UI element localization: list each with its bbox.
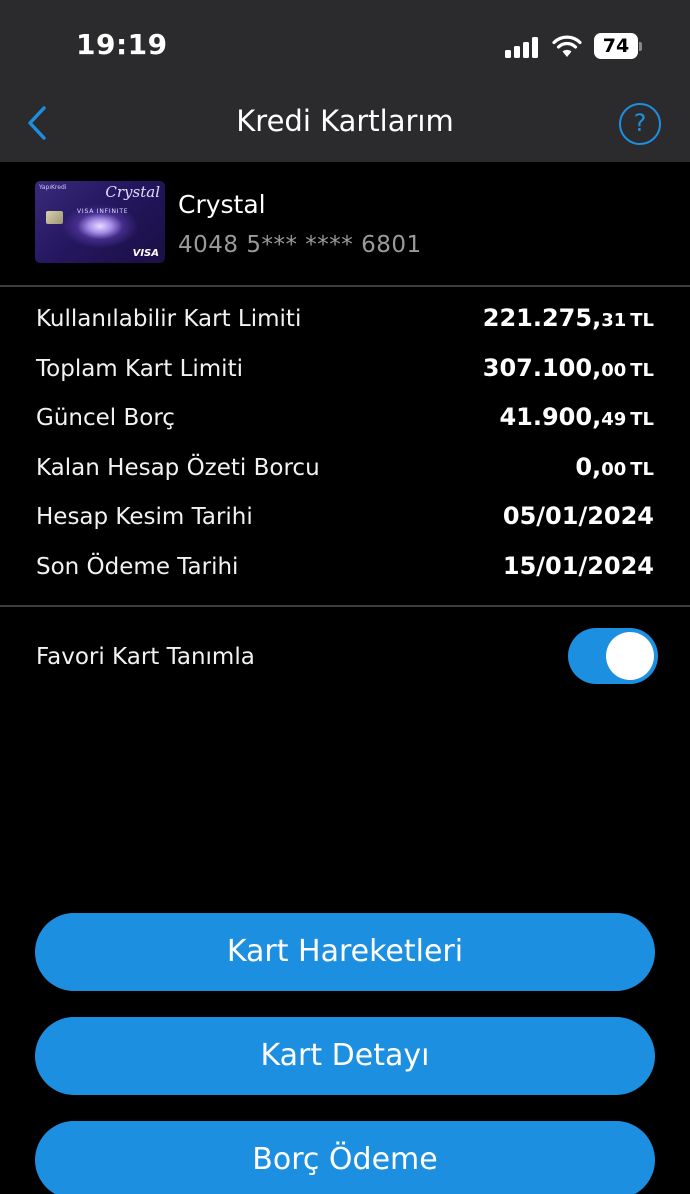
card-name: Crystal <box>178 190 266 219</box>
info-row-total-limit: Toplam Kart Limiti 307.100,00 TL <box>0 348 690 398</box>
cellular-signal-icon <box>505 36 541 58</box>
info-value: 0,00 TL <box>575 452 654 481</box>
info-row-available-limit: Kullanılabilir Kart Limiti 221.275,31 TL <box>0 298 690 348</box>
selected-card[interactable]: YapıKredi Crystal VISA INFINITE VISA Cry… <box>0 162 690 286</box>
card-bank-logo: YapıKredi <box>39 184 67 191</box>
visa-logo: VISA <box>132 248 159 259</box>
debt-payment-button[interactable]: Borç Ödeme <box>35 1121 655 1194</box>
info-label: Kullanılabilir Kart Limiti <box>36 306 302 332</box>
card-brand-script: Crystal <box>105 183 160 201</box>
card-info-list: Kullanılabilir Kart Limiti 221.275,31 TL … <box>0 298 690 596</box>
wifi-icon <box>552 35 582 57</box>
favorite-card-label: Favori Kart Tanımla <box>36 644 255 670</box>
info-row-current-debt: Güncel Borç 41.900,49 TL <box>0 397 690 447</box>
toggle-knob <box>606 632 654 680</box>
divider <box>0 605 690 607</box>
info-value: 307.100,00 TL <box>482 353 654 382</box>
info-label: Kalan Hesap Özeti Borcu <box>36 454 320 481</box>
card-number: 4048 5*** **** 6801 <box>178 232 422 258</box>
credit-card-image: YapıKredi Crystal VISA INFINITE VISA <box>35 181 165 263</box>
info-label: Son Ödeme Tarihi <box>36 553 239 580</box>
divider <box>0 285 690 287</box>
card-detail-button[interactable]: Kart Detayı <box>35 1017 655 1095</box>
card-transactions-button[interactable]: Kart Hareketleri <box>35 913 655 991</box>
card-tier: VISA INFINITE <box>77 208 129 215</box>
favorite-card-toggle[interactable] <box>568 628 658 684</box>
info-row-statement-date: Hesap Kesim Tarihi 05/01/2024 <box>0 496 690 546</box>
info-row-due-date: Son Ödeme Tarihi 15/01/2024 <box>0 546 690 596</box>
help-button[interactable]: ? <box>619 103 661 145</box>
info-value: 15/01/2024 <box>502 551 654 580</box>
battery-level: 74 <box>594 33 638 59</box>
info-value: 221.275,31 TL <box>482 304 654 332</box>
info-row-remaining-statement-debt: Kalan Hesap Özeti Borcu 0,00 TL <box>0 447 690 497</box>
status-time: 19:19 <box>76 28 168 61</box>
info-label: Güncel Borç <box>36 405 175 432</box>
info-value: 41.900,49 TL <box>499 403 654 432</box>
battery-icon: 74 <box>594 33 642 59</box>
info-value: 05/01/2024 <box>502 502 654 531</box>
page-title: Kredi Kartlarım <box>236 104 454 138</box>
info-label: Toplam Kart Limiti <box>36 355 243 382</box>
card-chip-icon <box>46 211 63 224</box>
info-label: Hesap Kesim Tarihi <box>36 504 253 531</box>
top-bar: 19:19 74 Kredi Kartlarım ? <box>0 0 690 162</box>
